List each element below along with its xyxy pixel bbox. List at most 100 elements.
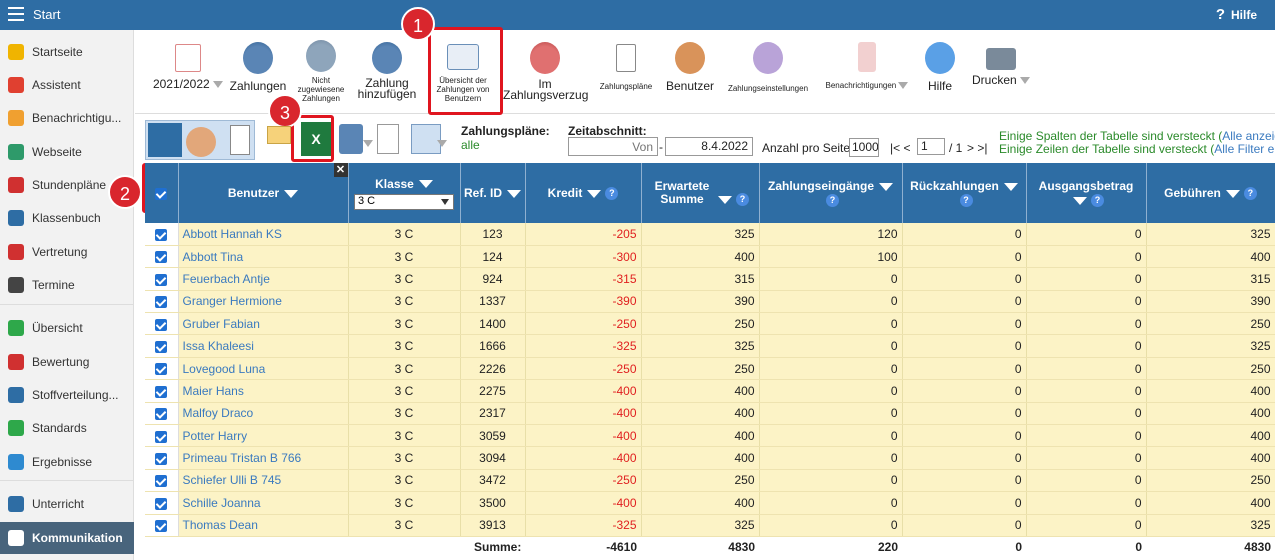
zahlungsverzug-button[interactable]: Im Zahlungsverzug bbox=[503, 36, 588, 112]
select-all-checkbox[interactable] bbox=[155, 187, 168, 200]
filter-icon[interactable] bbox=[507, 189, 521, 198]
sidebar-item-benachrichtigungen[interactable]: Benachrichtigu... bbox=[0, 102, 134, 134]
table-row[interactable]: Abbott Tina 3 C 124 -300 400 100 0 0 400 bbox=[145, 245, 1275, 269]
sidebar-item-klassenbuch[interactable]: Klassenbuch bbox=[0, 202, 134, 234]
zahlungsplaene-button[interactable]: Zahlungspläne bbox=[593, 36, 659, 112]
pager-next[interactable]: > >| bbox=[967, 141, 987, 155]
row-checkbox[interactable] bbox=[145, 267, 179, 291]
remove-filters-link[interactable]: Alle Filter entfe bbox=[1214, 142, 1275, 156]
row-checkbox[interactable] bbox=[145, 446, 179, 470]
header-klasse[interactable]: Klasse 3 C bbox=[348, 163, 461, 223]
von-input[interactable] bbox=[568, 137, 658, 156]
select-all-header[interactable] bbox=[145, 163, 179, 223]
row-benutzer[interactable]: Maier Hans bbox=[178, 379, 349, 403]
header-kredit[interactable]: Kredit? bbox=[525, 163, 642, 223]
header-ausgang[interactable]: Ausgangsbetrag? bbox=[1026, 163, 1147, 223]
row-select-checkbox[interactable] bbox=[155, 475, 168, 488]
benachrichtigungen-button[interactable]: Benachrichtigungen bbox=[819, 36, 915, 112]
table-row[interactable]: Potter Harry 3 C 3059 -400 400 0 0 0 400 bbox=[145, 424, 1275, 448]
row-checkbox[interactable] bbox=[145, 334, 179, 358]
sidebar-item-termine[interactable]: Termine bbox=[0, 269, 134, 301]
row-select-checkbox[interactable] bbox=[155, 430, 168, 443]
row-select-checkbox[interactable] bbox=[155, 228, 168, 241]
table-row[interactable]: Schille Joanna 3 C 3500 -400 400 0 0 0 400 bbox=[145, 491, 1275, 515]
sidebar-item-unterricht[interactable]: Unterricht bbox=[0, 488, 134, 520]
row-checkbox[interactable] bbox=[145, 491, 179, 515]
row-checkbox[interactable] bbox=[145, 245, 179, 269]
sidebar-item-standards[interactable]: Standards bbox=[0, 412, 134, 444]
row-checkbox[interactable] bbox=[145, 424, 179, 448]
table-row[interactable]: Thomas Dean 3 C 3913 -325 325 0 0 0 325 bbox=[145, 514, 1275, 537]
page-select[interactable]: 1 bbox=[917, 138, 945, 155]
filter-icon[interactable] bbox=[418, 180, 433, 189]
year-selector[interactable]: 2021/2022 bbox=[147, 36, 229, 112]
show-all-link[interactable]: Alle anzeigen bbox=[1222, 129, 1275, 143]
filter-icon[interactable] bbox=[718, 195, 732, 204]
zahlungsplaene-filter-value[interactable]: alle bbox=[461, 138, 480, 152]
sidebar-item-ergebnisse[interactable]: Ergebnisse bbox=[0, 446, 134, 478]
row-select-checkbox[interactable] bbox=[155, 296, 168, 309]
columns-grid-icon[interactable] bbox=[411, 124, 441, 154]
row-select-checkbox[interactable] bbox=[155, 251, 168, 264]
row-select-checkbox[interactable] bbox=[155, 452, 168, 465]
header-erwartete[interactable]: Erwartete Summe? bbox=[641, 163, 760, 223]
table-row[interactable]: Malfoy Draco 3 C 2317 -400 400 0 0 0 400 bbox=[145, 402, 1275, 426]
table-row[interactable]: Granger Hermione 3 C 1337 -390 390 0 0 0 390 bbox=[145, 290, 1275, 314]
sidebar-item-assistent[interactable]: Assistent bbox=[0, 69, 134, 101]
sidebar-item-startseite[interactable]: Startseite bbox=[0, 36, 134, 68]
row-checkbox[interactable] bbox=[145, 223, 179, 246]
row-benutzer[interactable]: Gruber Fabian bbox=[178, 312, 349, 336]
sidebar-item-bewertung[interactable]: Bewertung bbox=[0, 346, 134, 378]
filter-icon[interactable] bbox=[587, 189, 602, 198]
pager-prev[interactable]: |< < bbox=[890, 141, 910, 155]
row-benutzer[interactable]: Schille Joanna bbox=[178, 491, 349, 515]
info-icon[interactable]: ? bbox=[736, 193, 749, 207]
row-select-checkbox[interactable] bbox=[155, 497, 168, 510]
help-link[interactable]: ? Hilfe bbox=[1216, 6, 1257, 23]
row-checkbox[interactable] bbox=[145, 402, 179, 426]
header-eingaenge[interactable]: Zahlungseingänge? bbox=[759, 163, 903, 223]
header-gebuehren[interactable]: Gebühren? bbox=[1146, 163, 1275, 223]
zahlung-hinzufuegen-button[interactable]: Zahlung hinzufügen bbox=[355, 36, 419, 112]
hamburger-menu-icon[interactable] bbox=[8, 7, 24, 21]
row-select-checkbox[interactable] bbox=[155, 318, 168, 331]
filter-icon[interactable] bbox=[1073, 196, 1087, 205]
row-select-checkbox[interactable] bbox=[155, 363, 168, 376]
filter-icon[interactable] bbox=[284, 189, 299, 198]
document-view-icon[interactable] bbox=[230, 125, 250, 155]
table-row[interactable]: Lovegood Luna 3 C 2226 -250 250 0 0 0 250 bbox=[145, 357, 1275, 381]
row-benutzer[interactable]: Abbott Tina bbox=[178, 245, 349, 269]
row-benutzer[interactable]: Potter Harry bbox=[178, 424, 349, 448]
row-select-checkbox[interactable] bbox=[155, 385, 168, 398]
add-document-icon[interactable] bbox=[377, 124, 399, 154]
bank-euro-icon[interactable] bbox=[339, 124, 363, 154]
row-select-checkbox[interactable] bbox=[155, 520, 168, 533]
header-benutzer[interactable]: Benutzer ✕ bbox=[178, 163, 349, 223]
zahlungseinstellungen-button[interactable]: Zahlungseinstellungen bbox=[723, 36, 813, 112]
sidebar-item-uebersicht[interactable]: Übersicht bbox=[0, 312, 134, 344]
info-icon[interactable]: ? bbox=[1091, 194, 1104, 208]
drucken-button[interactable]: Drucken bbox=[969, 36, 1033, 112]
chevron-down-icon[interactable] bbox=[363, 140, 373, 147]
row-select-checkbox[interactable] bbox=[155, 273, 168, 286]
row-benutzer[interactable]: Issa Khaleesi bbox=[178, 334, 349, 358]
sidebar-item-stoffverteilung[interactable]: Stoffverteilung... bbox=[0, 379, 134, 411]
filter-icon[interactable] bbox=[1003, 182, 1018, 191]
table-row[interactable]: Schiefer Ulli B 745 3 C 3472 -250 250 0 0 0 250 bbox=[145, 469, 1275, 493]
filter-icon[interactable] bbox=[1225, 189, 1240, 198]
row-benutzer[interactable]: Lovegood Luna bbox=[178, 357, 349, 381]
row-checkbox[interactable] bbox=[145, 357, 179, 381]
row-benutzer[interactable]: Granger Hermione bbox=[178, 290, 349, 314]
email-icon[interactable] bbox=[267, 126, 291, 144]
group-view-icon[interactable] bbox=[186, 127, 216, 157]
excel-export-icon[interactable]: X bbox=[301, 122, 331, 156]
single-user-view-icon[interactable] bbox=[148, 123, 182, 157]
row-benutzer[interactable]: Abbott Hannah KS bbox=[178, 223, 349, 246]
info-icon[interactable]: ? bbox=[826, 194, 839, 208]
row-checkbox[interactable] bbox=[145, 469, 179, 493]
filter-icon[interactable] bbox=[879, 182, 893, 191]
benutzer-button[interactable]: Benutzer bbox=[663, 36, 717, 112]
sidebar-item-kommunikation[interactable]: Kommunikation bbox=[0, 522, 134, 554]
table-row[interactable]: Issa Khaleesi 3 C 1666 -325 325 0 0 0 325 bbox=[145, 334, 1275, 358]
sidebar-item-vertretung[interactable]: Vertretung bbox=[0, 236, 134, 268]
